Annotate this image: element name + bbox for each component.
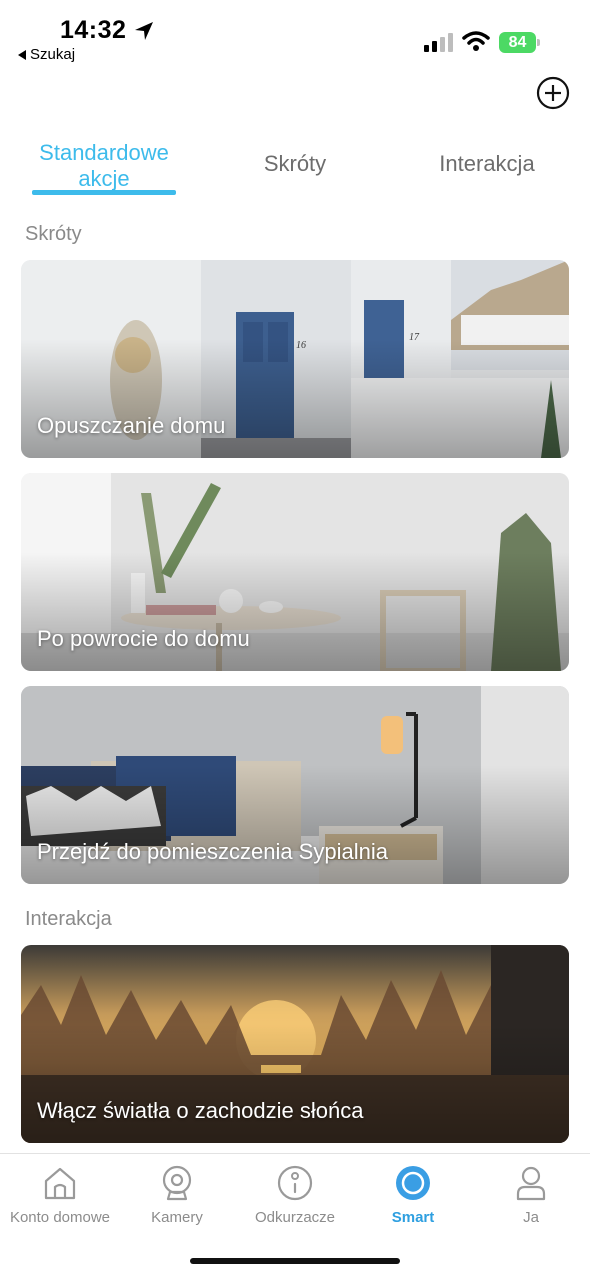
card-title-coming-home: Po powrocie do domu (37, 626, 250, 651)
section-label-shortcuts: Skróty (25, 223, 82, 245)
person-icon (516, 1166, 546, 1201)
back-triangle-icon (18, 49, 26, 60)
home-icon (44, 1167, 76, 1200)
back-link-label: Szukaj (30, 46, 76, 63)
battery-indicator: 84 (499, 32, 541, 53)
nav-label-vacuums: Odkurzacze (254, 1209, 336, 1226)
active-tab-indicator (32, 190, 176, 195)
status-bar: 14:32 Szukaj 84 (0, 0, 590, 70)
nav-item-vacuums[interactable]: Odkurzacze (235, 1164, 355, 1226)
shortcut-card-coming-home[interactable]: Po powrocie do domu (21, 473, 569, 671)
battery-level: 84 (499, 32, 536, 53)
tab-shortcuts[interactable]: Skróty (240, 151, 350, 177)
home-indicator[interactable] (190, 1258, 400, 1264)
back-to-search-link[interactable]: Szukaj (18, 46, 75, 63)
card-title-leaving-home: Opuszczanie domu (37, 413, 226, 438)
nav-item-home-account[interactable]: Konto domowe (0, 1164, 120, 1226)
battery-tip (537, 39, 540, 46)
nav-label-home-account: Konto domowe (9, 1209, 111, 1226)
tab-standard-actions[interactable]: Standardowe akcje (28, 140, 180, 192)
nav-label-me: Ja (523, 1209, 539, 1226)
nav-label-cameras: Kamery (151, 1209, 203, 1226)
nav-item-me[interactable]: Ja (471, 1164, 590, 1226)
cellular-signal-icon (424, 33, 453, 52)
robot-vacuum-icon (277, 1165, 313, 1201)
nav-item-smart[interactable]: Smart (353, 1164, 473, 1226)
status-time: 14:32 (60, 16, 127, 44)
add-action-button[interactable] (536, 76, 570, 110)
nav-label-smart: Smart (391, 1209, 435, 1226)
shortcut-card-leaving-home[interactable]: 16 17 Opuszczanie domu (21, 260, 569, 458)
location-arrow-icon (135, 22, 153, 40)
tab-bar: Standardowe akcje Skróty Interakcja (0, 136, 590, 202)
section-label-interaction: Interakcja (25, 908, 112, 930)
card-title-lights-at-sunset: Włącz światła o zachodzie słońca (37, 1098, 364, 1123)
tab-interaction[interactable]: Interakcja (420, 151, 554, 177)
interaction-card-lights-at-sunset[interactable]: Włącz światła o zachodzie słońca (21, 945, 569, 1143)
shortcut-card-go-to-bedroom[interactable]: Przejdź do pomieszczenia Sypialnia (21, 686, 569, 884)
wifi-icon (462, 31, 490, 51)
nav-item-cameras[interactable]: Kamery (117, 1164, 237, 1226)
card-title-go-to-bedroom: Przejdź do pomieszczenia Sypialnia (37, 839, 388, 864)
smart-circle-icon (396, 1166, 430, 1200)
camera-icon (162, 1165, 192, 1201)
